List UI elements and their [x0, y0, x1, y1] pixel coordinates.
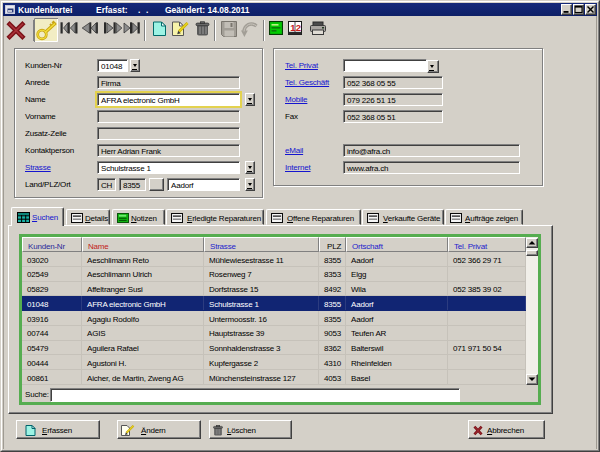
svg-text:2: 2 — [296, 22, 301, 33]
